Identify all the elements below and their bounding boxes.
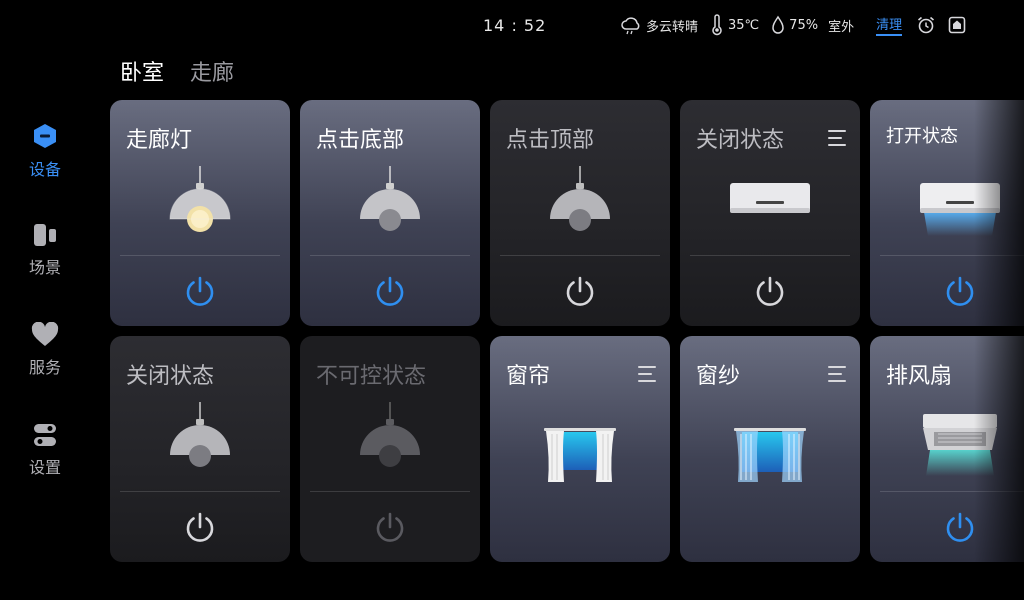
device-card-ac-on[interactable]: 打开状态 [870,100,1024,326]
power-button[interactable] [942,510,978,546]
device-card-corridor-light[interactable]: 走廊灯 [110,100,290,326]
divider [690,255,850,256]
lamp-icon [170,402,230,467]
divider [120,255,280,256]
sidebar-label: 服务 [28,358,61,377]
device-card-curtain[interactable]: 窗帘 [490,336,670,562]
divider [880,491,1024,492]
room-tab-bedroom[interactable]: 卧室 [120,55,164,87]
device-title: 关闭状态 [696,128,785,153]
toggle-settings-icon [34,424,56,446]
power-icon [566,276,594,306]
power-icon [946,512,974,542]
power-icon [756,276,784,306]
divider [120,491,280,492]
thermometer-icon [710,14,724,36]
device-title: 走廊灯 [126,128,193,153]
power-button[interactable] [182,510,218,546]
device-card-exhaust-fan[interactable]: 排风扇 [870,336,1024,562]
sidebar-item-devices[interactable]: 设备 [0,122,90,180]
power-icon [376,276,404,306]
cloud-icon [620,15,642,35]
device-title: 点击顶部 [506,128,595,153]
power-icon [186,512,214,542]
location-text: 室外 [828,19,855,35]
air-conditioner-on-icon [920,183,1000,236]
sidebar-label: 场景 [28,258,61,277]
sheer-curtain-icon [734,428,806,482]
device-title: 不可控状态 [316,364,427,389]
humidity-text: 75% [789,17,819,33]
device-title: 点击底部 [316,128,405,153]
air-conditioner-icon [730,183,810,213]
power-button[interactable] [562,274,598,310]
clock: 14 : 52 [483,16,547,35]
exhaust-fan-icon [923,414,997,476]
sidebar-item-services[interactable]: 服务 [0,322,90,378]
device-title: 排风扇 [886,364,953,389]
device-title: 打开状态 [886,126,958,147]
lamp-icon [550,166,610,231]
lamp-disabled-icon [360,402,420,467]
device-card-ac-off[interactable]: 关闭状态 [680,100,860,326]
divider [880,255,1024,256]
lamp-on-icon [169,166,231,232]
alarm-icon[interactable] [916,15,936,35]
home-device-icon[interactable] [948,16,966,34]
device-icon [34,124,56,148]
status-bar: 多云转晴 35℃ 75% 室外 清理 [620,12,978,38]
sidebar-item-settings[interactable]: 设置 [0,422,90,478]
curtain-icon [544,428,616,482]
menu-icon[interactable] [638,366,656,382]
power-button[interactable] [372,274,408,310]
scene-icon [34,224,56,246]
power-icon [946,276,974,306]
temperature-text: 35℃ [728,17,760,33]
menu-icon[interactable] [828,130,846,146]
power-icon [376,512,404,542]
sidebar-item-scenes[interactable]: 场景 [0,222,90,278]
heart-icon [31,322,59,346]
menu-icon[interactable] [828,366,846,382]
divider [500,255,660,256]
device-card-uncontrollable: 不可控状态 [300,336,480,562]
power-button[interactable] [182,274,218,310]
lamp-icon [360,166,420,231]
power-button [372,510,408,546]
device-title: 窗帘 [506,364,551,389]
power-button[interactable] [752,274,788,310]
weather-text: 多云转晴 [646,19,699,35]
room-tabs: 卧室 走廊 [120,55,234,87]
power-button[interactable] [942,274,978,310]
clean-button[interactable]: 清理 [876,14,903,36]
divider [310,491,470,492]
device-card-click-top[interactable]: 点击顶部 [490,100,670,326]
device-title: 窗纱 [696,364,741,389]
room-tab-corridor[interactable]: 走廊 [190,55,234,87]
sidebar-label: 设备 [28,160,61,179]
device-card-click-bottom[interactable]: 点击底部 [300,100,480,326]
humidity-drop-icon [771,15,785,35]
sidebar-label: 设置 [28,458,61,477]
device-title: 关闭状态 [126,364,215,389]
device-card-off-lamp[interactable]: 关闭状态 [110,336,290,562]
device-card-sheer[interactable]: 窗纱 [680,336,860,562]
divider [310,255,470,256]
power-icon [186,276,214,306]
